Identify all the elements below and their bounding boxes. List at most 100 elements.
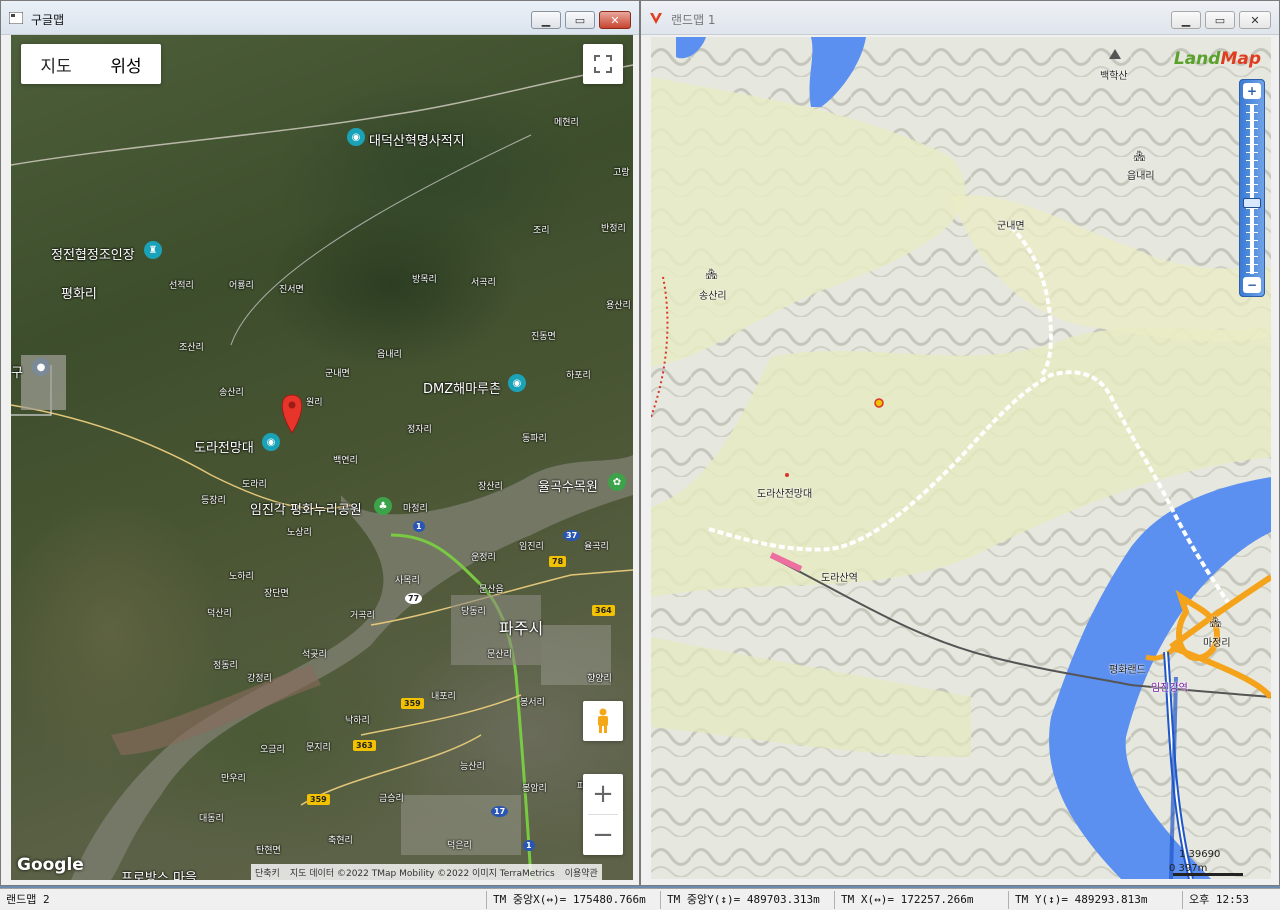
- label-baekhak: 백학산: [1100, 71, 1128, 82]
- attribution-bar: 단축키 지도 데이터 ©2022 TMap Mobility ©2022 이미지…: [251, 864, 602, 880]
- label-hyangyang: 향양리: [587, 674, 612, 684]
- label-gunnae: 군내면: [325, 369, 350, 379]
- label-dengjang: 등장리: [201, 496, 226, 506]
- label-bongseo: 봉서리: [520, 698, 545, 708]
- label-dorasan-obs: 도라산전망대: [757, 489, 813, 500]
- label-bottom: 프로방스 마을: [121, 871, 197, 880]
- zoom-control: + −: [583, 774, 623, 855]
- label-eoryong: 어룡리: [229, 281, 254, 291]
- label-imjin: 임진리: [519, 542, 544, 552]
- zoom-slider[interactable]: + −: [1239, 79, 1265, 297]
- zoom-slider-handle[interactable]: [1243, 198, 1261, 208]
- camera-poi-icon[interactable]: ◉: [347, 128, 365, 146]
- label-tanhyeon: 탄현면: [256, 846, 281, 856]
- label-daedong: 대동리: [199, 814, 224, 824]
- place-pin-icon[interactable]: ●: [32, 358, 50, 376]
- status-tm-x: TM X(↔)= 172257.266m: [834, 891, 979, 909]
- close-button[interactable]: ✕: [1239, 11, 1271, 29]
- label-myeonhyeon: 메현리: [554, 118, 579, 128]
- shortcuts-link[interactable]: 단축키: [255, 866, 280, 879]
- zoom-out-button[interactable]: −: [1243, 277, 1261, 293]
- location-marker-icon[interactable]: [281, 394, 303, 434]
- satellite-map[interactable]: 지도 위성 ◉ 대덕산혁명사적지 메현리 고랑 반정리 정전협정조인장 ♜ 조리…: [11, 35, 633, 880]
- landmap-logo: LandMap: [1173, 49, 1261, 69]
- street-view-button[interactable]: [583, 701, 623, 741]
- label-jeongja: 정자리: [407, 425, 432, 435]
- scale-ratio: 1 39690: [1179, 849, 1221, 860]
- map-type-map[interactable]: 지도: [21, 52, 91, 77]
- label-unjeong: 운정리: [471, 553, 496, 563]
- label-jeongdong: 정동리: [213, 661, 238, 671]
- maximize-icon: ▭: [574, 13, 586, 27]
- maximize-icon: ▭: [1214, 13, 1226, 27]
- landmark-poi-icon[interactable]: ♜: [144, 241, 162, 259]
- fullscreen-button[interactable]: [583, 44, 623, 84]
- camera-poi-icon[interactable]: ◉: [262, 433, 280, 451]
- scale-bar: [1173, 873, 1243, 876]
- village-icon: 🏘: [1133, 151, 1146, 162]
- label-dorasan-sta: 도라산역: [821, 573, 858, 584]
- pegman-icon: [598, 708, 608, 733]
- land-map[interactable]: LandMap 백학산 🏘 읍내리 군내면 🏘 송산리 도라산전망대 도라산역 …: [651, 37, 1271, 879]
- label-ogeum: 오금리: [260, 745, 285, 755]
- window-title: 랜드맵 1: [671, 13, 716, 27]
- camera-poi-icon[interactable]: ◉: [508, 374, 526, 392]
- label-yongsan: 용산리: [606, 301, 631, 311]
- satellite-overlay: [11, 64, 633, 880]
- label-danggong: 당동리: [461, 607, 486, 617]
- label-songsan: 송산리: [699, 291, 727, 302]
- zoom-in-button[interactable]: +: [1243, 83, 1261, 99]
- label-imjingang: 임진강역: [1151, 683, 1188, 694]
- status-tm-y: TM Y(↕)= 489293.813m: [1008, 891, 1153, 909]
- maximize-button[interactable]: ▭: [1205, 11, 1235, 29]
- label-won: 원리: [306, 398, 323, 408]
- terms-link[interactable]: 이용약관: [565, 866, 598, 879]
- label-yulgok-ri: 율곡리: [584, 542, 609, 552]
- label-gu: 구: [11, 366, 23, 381]
- label-seogok: 서곡리: [471, 278, 496, 288]
- label-manu: 만우리: [221, 774, 246, 784]
- village-icon: 🏘: [1209, 617, 1222, 628]
- land-map-canvas: [651, 37, 1271, 879]
- label-bongam: 봉암리: [522, 784, 547, 794]
- label-dorajeon: 도라전망대: [194, 441, 254, 456]
- label-sanmok: 사목리: [395, 576, 420, 586]
- label-pyeonghwaland: 평화랜드: [1109, 665, 1146, 676]
- park-poi-icon[interactable]: ✿: [608, 473, 626, 491]
- zoom-out-button[interactable]: −: [583, 815, 623, 855]
- label-daedeoksan: 대덕산혁명사적지: [369, 134, 465, 149]
- minimize-button[interactable]: ▁: [1171, 11, 1201, 29]
- village-icon: 🏘: [705, 269, 718, 280]
- label-chukhyeon: 축현리: [328, 836, 353, 846]
- label-janggok: 장산리: [478, 482, 503, 492]
- title-bar[interactable]: 랜드맵 1 ▁ ▭ ✕: [641, 1, 1279, 35]
- status-bar: 랜드맵 2 TM 중앙X(↔)= 175480.766m TM 중앙Y(↕)= …: [0, 888, 1280, 910]
- minimize-button[interactable]: ▁: [531, 11, 561, 29]
- status-clock: 오후 12:53: [1182, 891, 1255, 909]
- zoom-in-button[interactable]: +: [583, 774, 623, 814]
- label-munji: 문지리: [306, 743, 331, 753]
- map-type-satellite[interactable]: 위성: [91, 52, 161, 77]
- label-majeong: 마정리: [1203, 638, 1231, 649]
- fullscreen-icon: [594, 55, 612, 73]
- label-baegyeon: 백연리: [333, 456, 358, 466]
- app-icon: [9, 12, 23, 24]
- maximize-button[interactable]: ▭: [565, 11, 595, 29]
- route-shield: 17: [491, 806, 509, 817]
- route-shield: 77: [405, 593, 423, 604]
- label-gunnae: 군내면: [997, 221, 1025, 232]
- label-dora: 도라리: [242, 480, 267, 490]
- label-jangdan: 장단면: [264, 589, 289, 599]
- label-eumnae: 읍내리: [377, 350, 402, 360]
- tree-poi-icon[interactable]: ♣: [374, 497, 392, 515]
- label-seonjeok: 선적리: [169, 281, 194, 291]
- route-shield: 359: [401, 698, 424, 709]
- status-window-name: 랜드맵 2: [6, 893, 50, 906]
- map-type-control: 지도 위성: [21, 44, 161, 84]
- route-shield: 1: [523, 840, 535, 851]
- close-button[interactable]: ✕: [599, 11, 631, 29]
- route-shield: 363: [353, 740, 376, 751]
- zoom-track: [1250, 104, 1254, 274]
- title-bar[interactable]: 구글맵 ▁ ▭ ✕: [1, 1, 639, 35]
- label-gangjeong: 강정리: [247, 674, 272, 684]
